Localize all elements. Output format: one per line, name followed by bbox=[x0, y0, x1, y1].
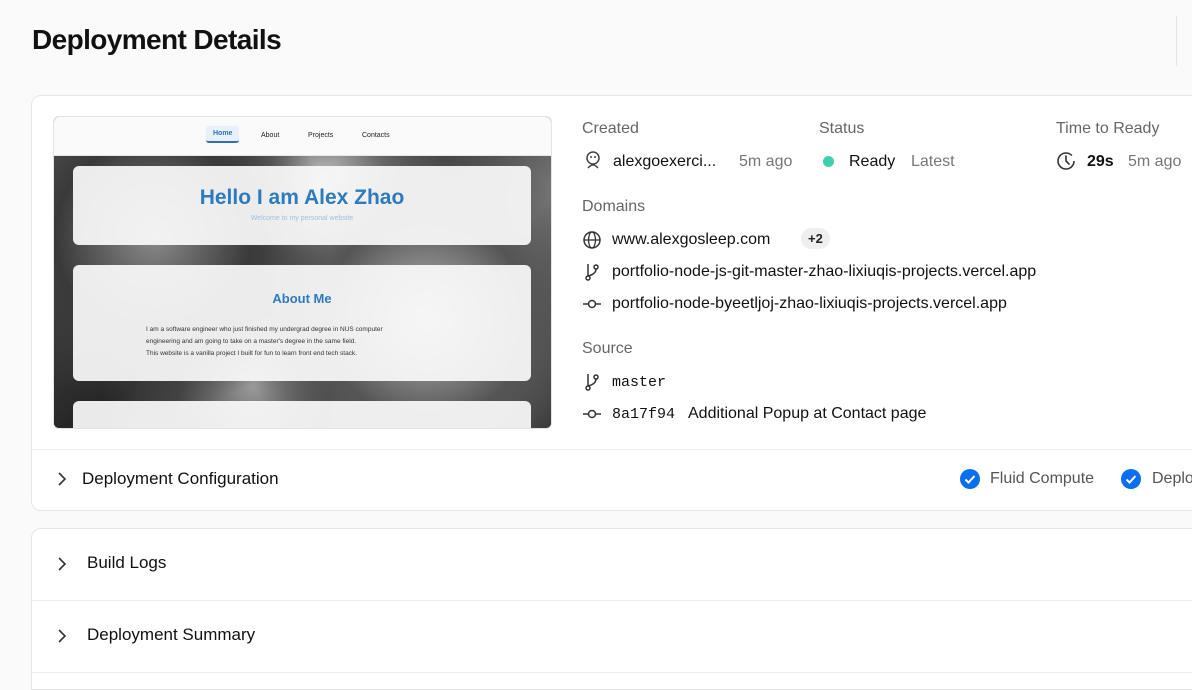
domains-label: Domains bbox=[582, 198, 646, 215]
git-commit-icon bbox=[583, 409, 601, 419]
deployment-configuration-toggle[interactable]: Deployment Configuration Fluid Compute D… bbox=[32, 450, 1192, 510]
page-title: Deployment Details bbox=[32, 24, 282, 55]
preview-nav-about: About bbox=[261, 132, 280, 139]
source-label: Source bbox=[582, 340, 633, 357]
deployment-configuration-label: Deployment Configuration bbox=[82, 469, 279, 488]
timer-icon bbox=[1057, 152, 1075, 170]
git-branch-icon bbox=[585, 264, 599, 281]
time-to-ready-ago: 5m ago bbox=[1128, 153, 1182, 170]
status-ready-dot bbox=[823, 156, 834, 167]
deployment-card: Home About Projects Contacts Hello I am … bbox=[31, 95, 1192, 511]
source-commit-hash[interactable]: 8a17f94 bbox=[612, 406, 675, 423]
sections-card: Build Logs Deployment Summary bbox=[31, 528, 1192, 690]
header-divider bbox=[1176, 16, 1177, 66]
chevron-right-icon bbox=[58, 629, 67, 643]
preview-nav-contacts: Contacts bbox=[362, 132, 390, 139]
check-circle-icon bbox=[960, 469, 980, 489]
source-commit-message[interactable]: Additional Popup at Contact page bbox=[688, 405, 926, 423]
check-circle-icon bbox=[1121, 469, 1141, 489]
created-time: 5m ago bbox=[739, 153, 793, 170]
git-branch-icon bbox=[585, 374, 599, 391]
preview-about: About Me I am a software engineer who ju… bbox=[73, 265, 531, 381]
feature-deployment: Deplo bbox=[1152, 470, 1192, 487]
build-logs-label: Build Logs bbox=[87, 553, 167, 572]
chevron-right-icon bbox=[58, 557, 67, 571]
deployment-summary-toggle[interactable]: Deployment Summary bbox=[32, 601, 1192, 672]
created-user[interactable]: alexgoexerci... bbox=[613, 153, 716, 171]
preview-about-text: I am a software engineer who just finish… bbox=[146, 324, 458, 360]
domain-commit-link[interactable]: portfolio-node-byeetljoj-zhao-lixiuqis-p… bbox=[612, 295, 1007, 313]
git-commit-icon bbox=[583, 299, 601, 309]
time-to-ready-duration: 29s bbox=[1087, 153, 1114, 170]
feature-fluid-compute: Fluid Compute bbox=[990, 470, 1095, 487]
chevron-right-icon bbox=[58, 472, 67, 486]
deployment-summary-label: Deployment Summary bbox=[87, 625, 256, 644]
section-divider bbox=[32, 672, 1192, 673]
preview-about-line: I am a software engineer who just finish… bbox=[146, 326, 383, 333]
deployment-preview[interactable]: Home About Projects Contacts Hello I am … bbox=[53, 116, 552, 429]
build-logs-toggle[interactable]: Build Logs bbox=[32, 529, 1192, 600]
status-latest-tag: Latest bbox=[911, 153, 955, 170]
preview-next-section bbox=[73, 401, 531, 428]
globe-icon bbox=[583, 231, 601, 249]
preview-about-line: engineering and am going to take on a ma… bbox=[146, 338, 357, 345]
preview-about-line: This website is a vanilla project I buil… bbox=[146, 350, 357, 357]
preview-about-title: About Me bbox=[272, 291, 332, 306]
preview-nav: Home About Projects Contacts bbox=[54, 117, 551, 156]
time-to-ready-label: Time to Ready bbox=[1056, 120, 1160, 137]
user-avatar-icon bbox=[586, 151, 600, 169]
domain-primary-link[interactable]: www.alexgosleep.com bbox=[612, 231, 770, 249]
domains-more-badge[interactable]: +2 bbox=[801, 228, 830, 249]
source-branch[interactable]: master bbox=[612, 374, 666, 391]
created-label: Created bbox=[582, 120, 639, 137]
preview-nav-projects: Projects bbox=[308, 132, 334, 139]
status-value: Ready bbox=[849, 153, 896, 170]
status-label: Status bbox=[819, 120, 865, 137]
domain-branch-link[interactable]: portfolio-node-js-git-master-zhao-lixiuq… bbox=[612, 263, 1036, 281]
preview-hero-title: Hello I am Alex Zhao bbox=[199, 186, 405, 209]
preview-nav-home: Home bbox=[206, 126, 240, 143]
preview-hero: Hello I am Alex Zhao Welcome to my perso… bbox=[73, 166, 531, 245]
preview-hero-subtitle: Welcome to my personal website bbox=[250, 215, 354, 222]
